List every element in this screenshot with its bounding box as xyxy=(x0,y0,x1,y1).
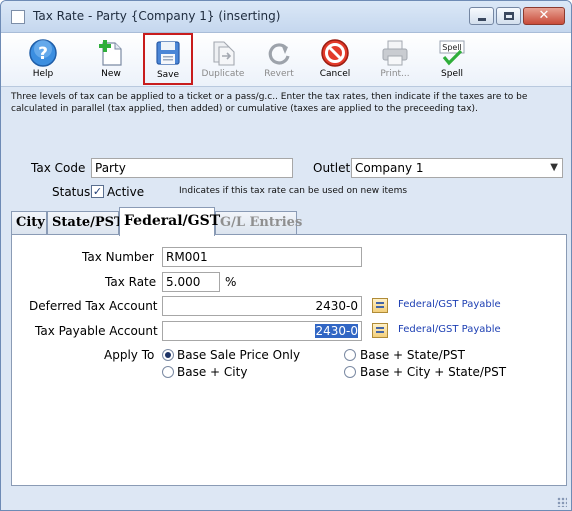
payable-account-lookup-icon[interactable] xyxy=(372,323,388,338)
tax-payable-account-input[interactable]: 2430-0 xyxy=(162,321,362,341)
cancel-icon xyxy=(321,39,349,67)
radio-base-city-state-pst[interactable] xyxy=(344,366,356,378)
minimize-icon xyxy=(478,18,486,21)
deferred-account-link[interactable]: Federal/GST Payable xyxy=(398,299,501,310)
svg-text:?: ? xyxy=(38,44,48,64)
new-document-icon xyxy=(99,40,122,66)
active-label: Active xyxy=(107,185,145,199)
print-button[interactable]: Print... xyxy=(369,35,421,83)
spell-check-icon: Spell xyxy=(439,40,465,66)
toolbar: ? Help New Save Duplicate Revert Cancel … xyxy=(1,33,571,87)
maximize-icon xyxy=(504,12,514,20)
cancel-label: Cancel xyxy=(319,69,351,79)
active-note: Indicates if this tax rate can be used o… xyxy=(179,186,408,196)
duplicate-label: Duplicate xyxy=(201,69,245,79)
deferred-account-lookup-icon[interactable] xyxy=(372,298,388,313)
save-button[interactable]: Save xyxy=(143,33,193,85)
tax-payable-account-label: Tax Payable Account xyxy=(35,324,158,338)
tax-number-label: Tax Number xyxy=(82,250,154,264)
window-icon xyxy=(11,10,25,24)
radio-label-base-city-state-pst: Base + City + State/PST xyxy=(360,365,507,379)
help-icon: ? xyxy=(29,39,57,67)
svg-text:Spell: Spell xyxy=(442,43,462,52)
save-label: Save xyxy=(156,70,180,80)
radio-base-state-pst[interactable] xyxy=(344,349,356,361)
tax-rate-unit: % xyxy=(225,275,237,289)
save-disk-icon xyxy=(156,41,180,65)
window-controls: ✕ xyxy=(467,7,565,25)
checkmark-icon: ✓ xyxy=(92,185,103,198)
active-checkbox[interactable]: ✓ xyxy=(91,185,104,198)
radio-base-city[interactable] xyxy=(162,366,174,378)
revert-icon xyxy=(268,43,290,65)
revert-label: Revert xyxy=(264,69,294,79)
printer-icon xyxy=(382,40,408,66)
resize-grip-icon[interactable] xyxy=(557,497,567,507)
print-label: Print... xyxy=(380,69,410,79)
tab-state-pst[interactable]: State/PST xyxy=(47,211,124,235)
title-bar[interactable]: Tax Rate - Party {Company 1} (inserting)… xyxy=(1,1,571,33)
tax-rate-label: Tax Rate xyxy=(105,275,157,289)
tax-number-input[interactable]: RM001 xyxy=(162,247,362,267)
radio-base-sale-price-only[interactable] xyxy=(162,349,174,361)
payable-account-link[interactable]: Federal/GST Payable xyxy=(398,324,501,335)
radio-label-base-city: Base + City xyxy=(177,365,248,379)
revert-button[interactable]: Revert xyxy=(253,35,305,83)
outlet-select[interactable]: Company 1 ▼ xyxy=(351,158,563,178)
status-bar xyxy=(1,489,571,510)
tax-code-input[interactable]: Party xyxy=(91,158,293,178)
close-button[interactable]: ✕ xyxy=(523,7,565,25)
federal-gst-panel: Tax Number RM001 Tax Rate 5.000 % Deferr… xyxy=(11,234,567,486)
new-label: New xyxy=(101,69,121,79)
tab-gl-entries[interactable]: G/L Entries xyxy=(215,211,302,235)
spell-label: Spell xyxy=(441,69,463,79)
outlet-label: Outlet xyxy=(313,161,351,175)
duplicate-button[interactable]: Duplicate xyxy=(197,35,249,83)
close-icon: ✕ xyxy=(538,8,550,23)
outlet-selected-value: Company 1 xyxy=(355,161,424,175)
tax-payable-account-value: 2430-0 xyxy=(315,324,358,338)
tax-code-label: Tax Code xyxy=(31,161,86,175)
deferred-tax-account-input[interactable]: 2430-0 xyxy=(162,296,362,316)
chevron-down-icon: ▼ xyxy=(550,162,558,173)
duplicate-icon xyxy=(213,41,235,66)
tax-rate-input[interactable]: 5.000 xyxy=(162,272,220,292)
apply-to-label: Apply To xyxy=(104,348,155,362)
help-label: Help xyxy=(32,69,54,79)
status-label: Status xyxy=(52,185,91,199)
deferred-tax-account-label: Deferred Tax Account xyxy=(29,299,158,313)
description-text: Three levels of tax can be applied to a … xyxy=(11,92,528,114)
cancel-button[interactable]: Cancel xyxy=(309,35,361,83)
minimize-button[interactable] xyxy=(469,7,494,25)
tax-rate-window: Tax Rate - Party {Company 1} (inserting)… xyxy=(0,0,572,511)
spell-button[interactable]: Spell Spell xyxy=(426,35,478,83)
new-button[interactable]: New xyxy=(85,35,137,83)
radio-label-base-state-pst: Base + State/PST xyxy=(360,348,465,362)
help-button[interactable]: ? Help xyxy=(17,35,69,83)
radio-label-base-sale-price-only: Base Sale Price Only xyxy=(177,348,301,362)
window-title: Tax Rate - Party {Company 1} (inserting) xyxy=(33,9,281,23)
tab-federal-gst[interactable]: Federal/GST xyxy=(119,207,220,236)
tab-city[interactable]: City xyxy=(11,211,47,235)
maximize-button[interactable] xyxy=(496,7,521,25)
